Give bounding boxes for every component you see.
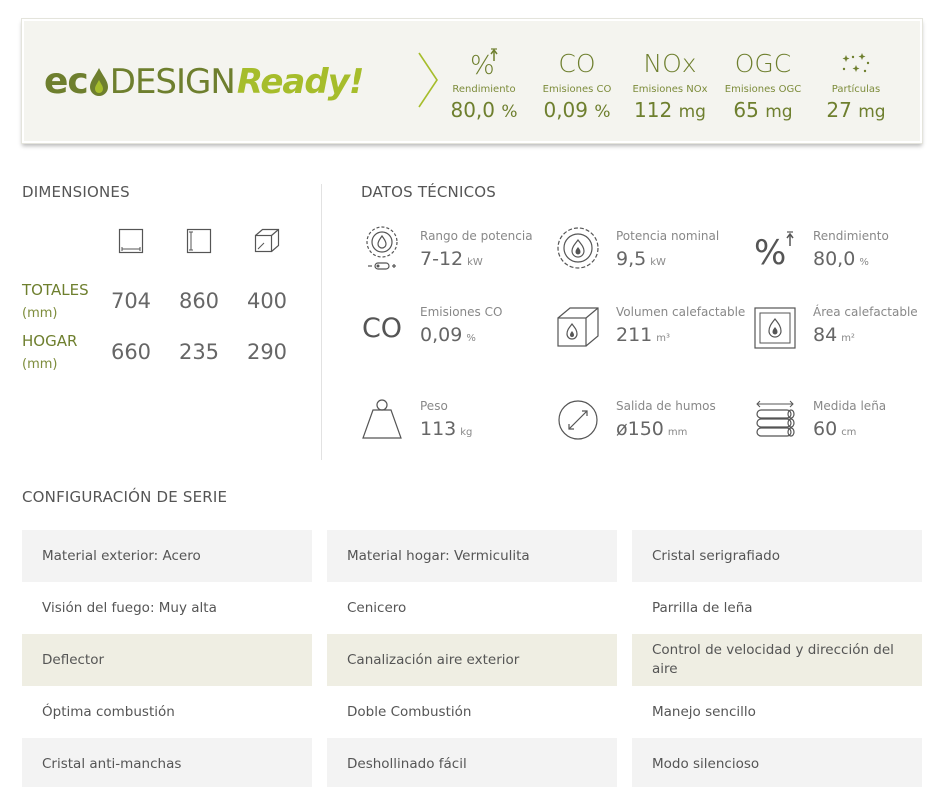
ecodesign-banner: ec DESIGN Ready! % Rendimiento 80,0 % CO… <box>22 19 922 143</box>
tech-label: Área calefactable <box>813 305 918 319</box>
tech-label: Volumen calefactable <box>616 305 746 319</box>
svg-text:%: % <box>470 51 495 79</box>
section-divider <box>321 184 322 460</box>
tech-value: ø150 mm <box>616 418 688 440</box>
eco-stat-label: Emisiones CO <box>542 84 612 95</box>
eco-stat-value: 80,0 % <box>450 98 518 122</box>
eco-stat-label: Rendimiento <box>452 84 516 95</box>
eco-stat-label: Emisiones OGC <box>724 84 802 95</box>
config-item: Modo silencioso <box>632 738 922 787</box>
width-icon <box>118 228 144 254</box>
heated-area-icon <box>753 306 797 350</box>
tech-value: 60 cm <box>813 418 857 440</box>
config-item: Manejo sencillo <box>652 703 756 720</box>
eco-stat-symbol: OGC <box>734 49 792 78</box>
eco-stat-particles: Partículas 27 mg <box>811 47 901 122</box>
power-range-icon <box>360 226 404 270</box>
efficiency-icon: % <box>753 226 797 270</box>
depth-icon <box>254 228 280 253</box>
eco-stat-label: Emisiones NOx <box>632 84 708 95</box>
dimensions-title: DIMENSIONES <box>22 183 130 201</box>
particles-icon <box>811 47 901 81</box>
tech-label: Rendimiento <box>813 229 889 243</box>
chevron-right-icon <box>418 52 438 108</box>
eco-stat-ogc: OGC Emisiones OGC 65 mg <box>718 47 808 122</box>
config-item: Material exterior: Acero <box>22 530 312 582</box>
dim-value: 860 <box>178 289 220 313</box>
config-grid: Material exterior: Acero Material hogar:… <box>22 530 922 787</box>
config-item: Canalización aire exterior <box>327 634 617 686</box>
dim-row-unit: (mm) <box>22 357 58 372</box>
tech-value: 113 kg <box>420 418 473 440</box>
dim-value: 660 <box>110 340 152 364</box>
tech-text: Salida de humos ø150 mm <box>616 396 751 446</box>
flame-drop-icon <box>89 67 109 97</box>
tech-value: 0,09% <box>420 324 476 346</box>
eco-stat-co: CO Emisiones CO 0,09 % <box>532 47 622 122</box>
percent-up-icon: % <box>439 47 529 81</box>
tech-text: Rango de potencia 7-12 kW <box>420 226 555 276</box>
tech-value: 211 m³ <box>616 324 671 346</box>
config-item: Control de velocidad y dirección del air… <box>632 634 922 686</box>
config-item: Óptima combustión <box>42 703 175 720</box>
tech-value: 7-12 kW <box>420 248 483 270</box>
config-item: Deshollinado fácil <box>327 738 617 787</box>
tech-text: Emisiones CO 0,09% <box>420 302 555 352</box>
config-item: Deflector <box>22 634 312 686</box>
weight-icon <box>360 396 404 440</box>
dim-value: 290 <box>246 340 288 364</box>
flue-outlet-icon <box>556 396 600 440</box>
tech-label: Emisiones CO <box>420 305 503 319</box>
log-size-icon <box>753 396 797 440</box>
logo-design-text: DESIGN <box>109 62 236 102</box>
dim-value: 704 <box>110 289 152 313</box>
tech-value: 84 m² <box>813 324 855 346</box>
nominal-power-icon <box>556 226 600 270</box>
logo-eco-text: ec <box>44 61 89 102</box>
eco-stat-value: 27 mg <box>826 98 886 122</box>
tech-text: Área calefactable 84 m² <box>813 302 932 352</box>
config-item: Visión del fuego: Muy alta <box>42 599 217 616</box>
eco-stat-symbol: CO <box>558 49 596 78</box>
tech-text: Volumen calefactable 211 m³ <box>616 302 751 352</box>
dim-row-label-totales: TOTALES <box>22 281 89 299</box>
tech-label: Potencia nominal <box>616 229 720 243</box>
tech-text: Rendimiento 80,0% <box>813 226 932 276</box>
config-item: Parrilla de leña <box>652 599 753 616</box>
tech-label: Peso <box>420 399 448 413</box>
dim-row-label-hogar: HOGAR <box>22 332 78 350</box>
config-item: Cristal serigrafiado <box>632 530 922 582</box>
eco-stat-symbol: NOx <box>643 49 697 78</box>
config-item: Doble Combustión <box>347 703 472 720</box>
eco-stat-efficiency: % Rendimiento 80,0 % <box>439 47 529 122</box>
dim-value: 400 <box>246 289 288 313</box>
eco-stat-value: 65 mg <box>733 98 793 122</box>
tech-title: DATOS TÉCNICOS <box>361 183 497 201</box>
config-item: Cristal anti-manchas <box>22 738 312 787</box>
tech-text: Potencia nominal 9,5 kW <box>616 226 751 276</box>
eco-stat-value: 0,09 % <box>543 98 611 122</box>
eco-stat-label: Partículas <box>831 84 881 95</box>
logo-ready-text: Ready! <box>236 62 364 102</box>
dim-value: 235 <box>178 340 220 364</box>
dim-row-unit: (mm) <box>22 306 58 321</box>
config-title: CONFIGURACIÓN DE SERIE <box>22 488 228 506</box>
height-icon <box>186 228 212 254</box>
tech-value: 9,5 kW <box>616 248 666 270</box>
tech-text: Medida leña 60 cm <box>813 396 932 446</box>
heated-volume-icon <box>556 306 600 350</box>
ecodesign-logo: ec DESIGN Ready! <box>44 61 364 105</box>
tech-value: 80,0% <box>813 248 869 270</box>
svg-text:%: % <box>754 233 786 270</box>
co-icon: CO <box>361 312 403 344</box>
eco-stat-nox: NOx Emisiones NOx 112 mg <box>625 47 715 122</box>
config-item: Material hogar: Vermiculita <box>327 530 617 582</box>
config-item: Cenicero <box>347 599 407 616</box>
tech-label: Salida de humos <box>616 399 716 413</box>
tech-text: Peso 113 kg <box>420 396 555 446</box>
tech-label: Rango de potencia <box>420 229 533 243</box>
tech-label: Medida leña <box>813 399 887 413</box>
eco-stat-value: 112 mg <box>634 98 706 122</box>
